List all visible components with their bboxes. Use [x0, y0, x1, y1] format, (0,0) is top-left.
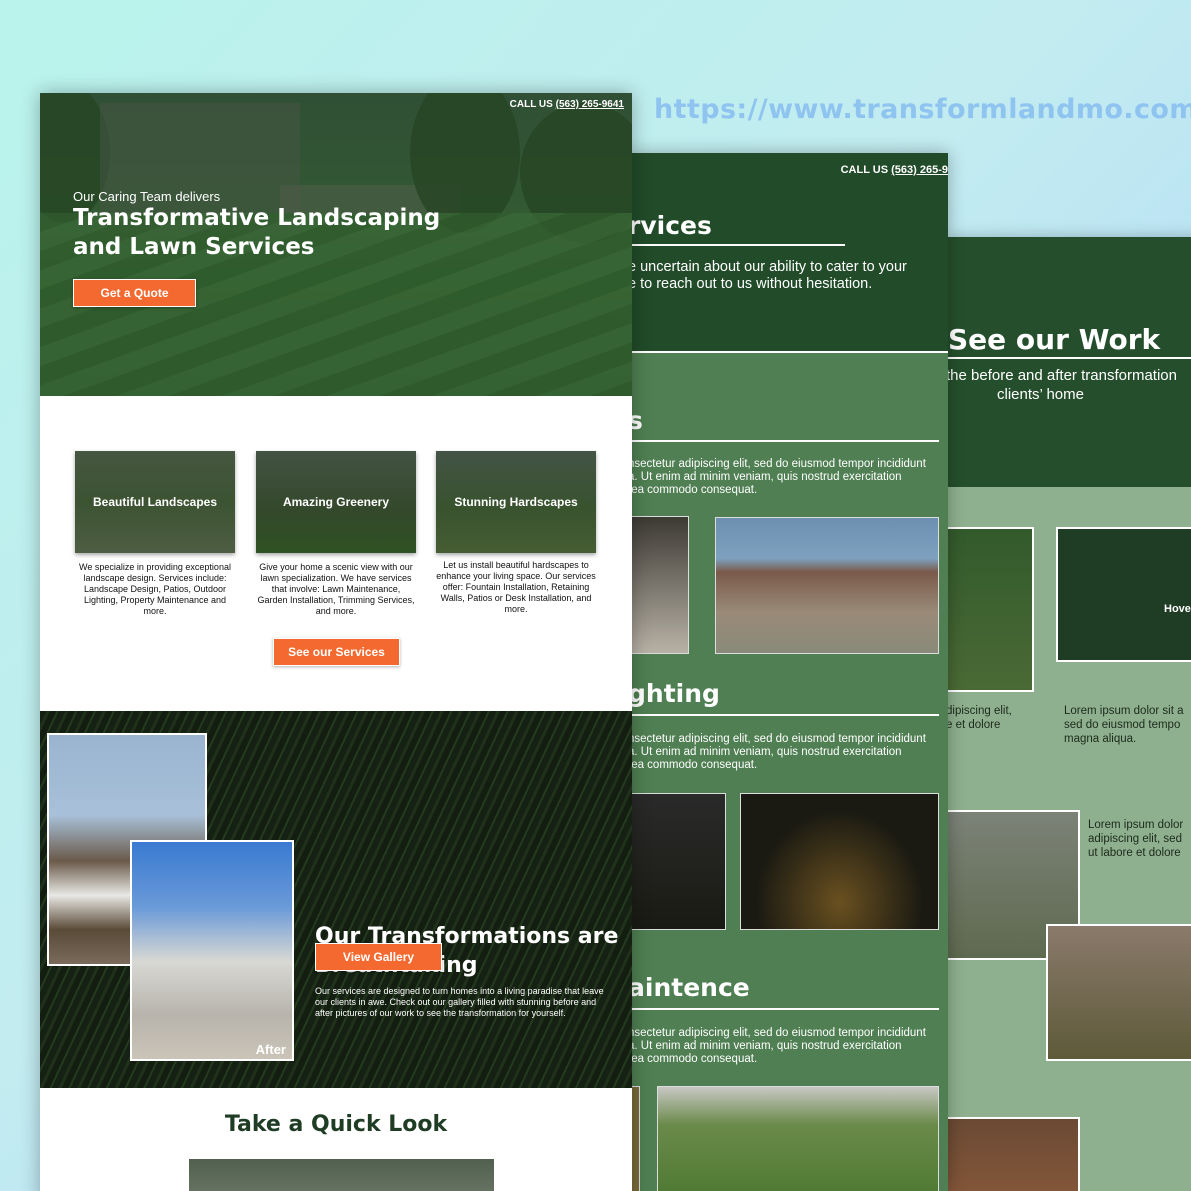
service-card-label: Stunning Hardscapes	[454, 495, 578, 509]
after-label: After	[255, 1042, 286, 1057]
service-photo[interactable]	[657, 1086, 939, 1191]
title-rule	[628, 244, 845, 246]
service-card-hardscapes[interactable]: Stunning Hardscapes	[436, 451, 596, 553]
services-page-preview: CALL US (563) 265-9 rvices e uncertain a…	[628, 153, 948, 1191]
gallery-hero	[948, 237, 1191, 487]
service-card-greenery[interactable]: Amazing Greenery	[256, 451, 416, 553]
quick-look-section: Take a Quick Look	[40, 1088, 632, 1191]
services-hero-text: e uncertain about our ability to cater t…	[628, 259, 907, 292]
gallery-text-b: Lorem ipsum dolor sit a sed do eiusmod t…	[1064, 705, 1184, 745]
phone-link[interactable]: (563) 265-9641	[556, 99, 624, 110]
phone-link[interactable]: (563) 265-9	[891, 164, 948, 176]
view-gallery-button[interactable]: View Gallery	[315, 943, 442, 971]
section-title-3: aintence	[628, 973, 750, 1002]
service-desc-landscapes: We specialize in providing exceptional l…	[79, 562, 231, 616]
call-us[interactable]: CALL US (563) 265-9641	[510, 99, 624, 110]
gallery-page-preview: See our Work the before and after transf…	[948, 237, 1191, 1191]
hover-label: Hove	[1164, 603, 1191, 615]
site-url: https://www.transformlandmo.com	[654, 94, 1191, 125]
quick-look-video[interactable]	[189, 1159, 494, 1191]
transformations-desc: Our services are designed to turn homes …	[315, 986, 604, 1018]
call-us[interactable]: CALL US (563) 265-9	[841, 164, 948, 176]
service-card-label: Beautiful Landscapes	[92, 495, 218, 509]
home-page-preview: CALL US (563) 265-9641 Our Caring Team d…	[40, 93, 632, 1191]
section-title-2: ghting	[628, 679, 720, 708]
gallery-subtitle-1: the before and after transformation	[948, 367, 1177, 384]
quick-look-title: Take a Quick Look	[224, 1112, 448, 1137]
service-card-landscapes[interactable]: Beautiful Landscapes	[75, 451, 235, 553]
section-text-1: nsectetur adipiscing elit, sed do eiusmo…	[628, 458, 926, 496]
gallery-text-c: Lorem ipsum dolor adipiscing elit, sed u…	[1088, 819, 1184, 859]
service-desc-hardscapes: Let us install beautiful hardscapes to e…	[436, 560, 596, 614]
service-photo[interactable]	[628, 793, 726, 930]
section-text-2: nsectetur adipiscing elit, sed do eiusmo…	[628, 733, 926, 771]
section-rule-1	[628, 440, 939, 442]
gallery-photo-bottom[interactable]	[948, 1117, 1080, 1191]
services-hero	[628, 153, 948, 351]
gallery-photo[interactable]	[948, 527, 1034, 692]
service-photo[interactable]	[628, 516, 689, 654]
section-text-3: nsectetur adipiscing elit, sed do eiusmo…	[628, 1027, 926, 1065]
home-hero: CALL US (563) 265-9641 Our Caring Team d…	[40, 93, 632, 396]
title-rule	[948, 357, 1191, 359]
service-photo[interactable]	[715, 517, 939, 654]
section-rule-2	[628, 714, 939, 716]
hero-pretitle: Our Caring Team delivers	[73, 189, 221, 204]
transformations-section: After Our Transformations are Breathtaki…	[40, 711, 632, 1088]
service-card-label: Amazing Greenery	[282, 495, 390, 509]
services-title: rvices	[628, 211, 712, 240]
gallery-photo-hover[interactable]: Hove	[1056, 527, 1191, 662]
hero-title: Transformative Landscaping and Lawn Serv…	[73, 205, 441, 260]
gallery-photo-after[interactable]	[1046, 924, 1191, 1061]
service-photo[interactable]	[740, 793, 939, 930]
gallery-subtitle-2: clients’ home	[997, 386, 1084, 403]
get-quote-button[interactable]: Get a Quote	[73, 279, 196, 307]
gallery-title: See our Work	[948, 323, 1161, 356]
see-services-button[interactable]: See our Services	[273, 638, 400, 666]
section-rule-3	[628, 1008, 939, 1010]
service-desc-greenery: Give your home a scenic view with our la…	[257, 562, 415, 616]
after-photo[interactable]: After	[130, 840, 294, 1061]
gallery-text-a: dipiscing elit, e et dolore	[948, 705, 1012, 731]
section-rule	[628, 351, 948, 353]
